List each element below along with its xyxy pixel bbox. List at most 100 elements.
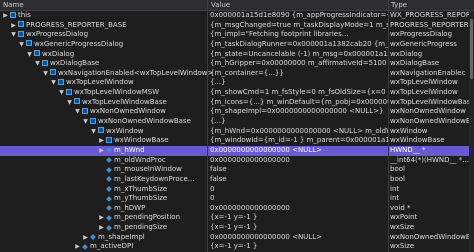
watch-row[interactable]: ▼ wxProgressDialog {m_impl="Fetching footp… (0, 30, 474, 40)
watch-row[interactable]: ▼ wxGenericProgressDialog {m_taskDialogRun… (0, 39, 474, 50)
name-column-header[interactable]: Name (3, 1, 24, 9)
collapse-arrow-icon[interactable]: ▼ (58, 88, 65, 98)
collapse-arrow-icon[interactable]: ▼ (34, 59, 41, 69)
expand-arrow-icon[interactable]: ▶ (74, 242, 81, 252)
watch-row[interactable]: ▼ wxNonOwnedWindow {m_shapeImpl=0x00000000… (0, 107, 474, 118)
row-value[interactable]: {m_state=Uncancelable (-1) m_msg=0x00000… (210, 50, 388, 60)
column-divider[interactable] (388, 0, 389, 11)
row-value[interactable]: 0x0000000000000000 <NULL> (210, 146, 388, 156)
scrollbar-thumb[interactable] (470, 19, 473, 79)
column-divider (207, 203, 208, 214)
watch-row[interactable]: ▼ wxNavigationEnabled<wxTopLevelWindow> {m… (0, 68, 474, 79)
column-divider (388, 223, 389, 233)
vertical-scrollbar[interactable] (469, 11, 474, 252)
collapse-arrow-icon[interactable]: ▼ (74, 107, 81, 117)
expand-arrow-icon[interactable]: ▶ (2, 11, 9, 21)
column-divider (207, 20, 208, 31)
watch-row[interactable]: ▼ wxWindow {m_hWnd=0x0000000000000000 <NUL… (0, 126, 474, 137)
column-divider (388, 136, 389, 146)
watch-row[interactable]: ▶ m_hWnd 0x0000000000000000 <NULL> HWND__ * (0, 145, 474, 156)
column-divider (388, 107, 389, 118)
row-name: wxTopLevelWindow (66, 78, 134, 87)
row-value[interactable]: {m_windowId={m_id=-1 } m_parent=0x000001… (210, 136, 388, 146)
field-icon (106, 176, 112, 183)
row-value[interactable]: {m_shapeImpl=0x0000000000000000 <NULL>} (210, 107, 388, 117)
collapse-arrow-icon[interactable]: ▼ (42, 69, 49, 79)
row-value[interactable]: {m_taskDialogRunner=0x000001a1382cab20 {… (210, 40, 388, 50)
value-column-header[interactable]: Value (211, 1, 230, 9)
collapse-arrow-icon[interactable]: ▼ (10, 30, 17, 40)
type-column-header[interactable]: Type (391, 1, 407, 9)
expand-arrow-icon[interactable]: ▶ (82, 233, 89, 243)
watch-row[interactable]: m_xThumbSize 0 int (0, 184, 474, 195)
class-icon (90, 117, 96, 124)
class-icon (82, 107, 88, 114)
row-value[interactable]: 0x0000000000000000 <NULL> (210, 233, 388, 243)
expand-arrow-icon[interactable]: ▶ (98, 223, 105, 233)
row-value[interactable]: {m_icons={...} m_winDefault={m_pobj=0x00… (210, 98, 388, 108)
expand-arrow-icon[interactable]: ▶ (98, 213, 105, 223)
expand-arrow-icon[interactable]: ▶ (98, 136, 105, 146)
watch-row[interactable]: m_mouseInWindow false bool (0, 165, 474, 175)
class-icon (50, 69, 56, 76)
row-value[interactable]: {...} (210, 117, 388, 127)
row-value[interactable]: {m_msgChanged=true m_taskDisplayMode=1 m… (210, 21, 388, 31)
row-name: PROGRESS_REPORTER_BASE (26, 20, 127, 29)
row-value[interactable]: {x=-1 y=-1 } (210, 213, 388, 223)
expand-arrow-icon[interactable]: ▶ (10, 21, 17, 31)
collapse-arrow-icon[interactable]: ▼ (26, 50, 33, 60)
row-type: wxWindow (390, 126, 428, 135)
row-value[interactable]: 0 (210, 185, 388, 195)
watch-row[interactable]: ▶ m_shapeImpl 0x0000000000000000 <NULL> wxN… (0, 232, 474, 243)
row-type: wxSize (390, 223, 415, 232)
watch-row[interactable]: ▼ wxTopLevelWindow {...} wxTopLevelWindow (0, 78, 474, 89)
watch-row[interactable]: ▼ wxDialog {m_state=Uncancelable (-1) m_ms… (0, 49, 474, 60)
class-icon (98, 127, 104, 134)
watch-row[interactable]: m_hDWP 0x0000000000000000 void * (0, 203, 474, 214)
row-value[interactable]: 0x0000000000000000 (210, 204, 388, 214)
row-name: this (18, 11, 31, 19)
watch-row[interactable]: ▶ this 0x000001a15d1e8090 {m_appProgressIn… (0, 11, 474, 21)
collapse-arrow-icon[interactable]: ▼ (90, 127, 97, 137)
watch-row[interactable]: m_oldWndProc 0x0000000000000000 __int64(*)… (0, 155, 474, 166)
watch-row[interactable]: ▶ m_activeDPI {x=-1 y=-1 } wxSize (0, 242, 474, 252)
column-divider (388, 126, 389, 137)
watch-row[interactable]: m_yThumbSize 0 int (0, 194, 474, 204)
row-value[interactable]: {m_impl="Fetching footprint libraries... (210, 30, 388, 40)
watch-row[interactable]: ▼ wxTopLevelWindowMSW {m_showCmd=1 m_fsSty… (0, 88, 474, 98)
watch-row[interactable]: ▶ m_pendingPosition {x=-1 y=-1 } wxPoint (0, 213, 474, 224)
watch-row[interactable]: m_lastKeydownProce... false bool (0, 174, 474, 185)
row-value[interactable]: {m_hWnd=0x0000000000000000 <NULL> m_oldW… (210, 127, 388, 137)
collapse-arrow-icon[interactable]: ▼ (82, 117, 89, 127)
row-name-cell: ▶ PROGRESS_REPORTER_BASE (0, 21, 216, 31)
row-value[interactable]: {x=-1 y=-1 } (210, 223, 388, 233)
row-value[interactable]: false (210, 165, 388, 175)
collapse-arrow-icon[interactable]: ▼ (18, 40, 25, 50)
watch-row[interactable]: ▼ wxTopLevelWindowBase {m_icons={...} m_wi… (0, 97, 474, 108)
collapse-arrow-icon[interactable]: ▼ (66, 98, 73, 108)
watch-row[interactable]: ▼ wxDialogBase {m_hGripper=0x00000000 m_af… (0, 59, 474, 69)
row-value[interactable]: 0 (210, 194, 388, 204)
row-value[interactable]: {m_showCmd=1 m_fsStyle=0 m_fsOldSize={x=… (210, 88, 388, 98)
watch-row[interactable]: ▶ PROGRESS_REPORTER_BASE {m_msgChanged=tru… (0, 20, 474, 31)
row-value[interactable]: {x=-1 y=-1 } (210, 242, 388, 252)
collapse-arrow-icon[interactable]: ▼ (50, 78, 57, 88)
column-divider (207, 136, 208, 146)
row-type: wxNonOwnedWindow (390, 107, 466, 116)
row-type: wxTopLevelWindowBase (390, 97, 474, 106)
column-divider (207, 126, 208, 137)
column-divider[interactable] (207, 0, 208, 11)
expand-arrow-icon[interactable]: ▶ (98, 146, 105, 156)
watch-row[interactable]: ▶ wxWindowBase {m_windowId={m_id=-1 } m_pa… (0, 136, 474, 146)
row-value[interactable]: 0x000001a15d1e8090 {m_appProgressIndicat… (210, 11, 388, 21)
row-value[interactable]: {m_hGripper=0x00000000 m_affirmativeId=5… (210, 59, 388, 69)
column-divider (388, 242, 389, 252)
row-value[interactable]: false (210, 175, 388, 185)
row-name: m_yThumbSize (114, 194, 168, 203)
row-name: m_mouseInWindow (114, 165, 182, 174)
row-value[interactable]: {m_container={...}} (210, 69, 388, 79)
watch-row[interactable]: ▶ m_pendingSize {x=-1 y=-1 } wxSize (0, 223, 474, 233)
row-value[interactable]: 0x0000000000000000 (210, 156, 388, 166)
row-value[interactable]: {...} (210, 78, 388, 88)
watch-row[interactable]: ▼ wxNonOwnedWindowBase {...} wxNonOwnedWind… (0, 117, 474, 127)
